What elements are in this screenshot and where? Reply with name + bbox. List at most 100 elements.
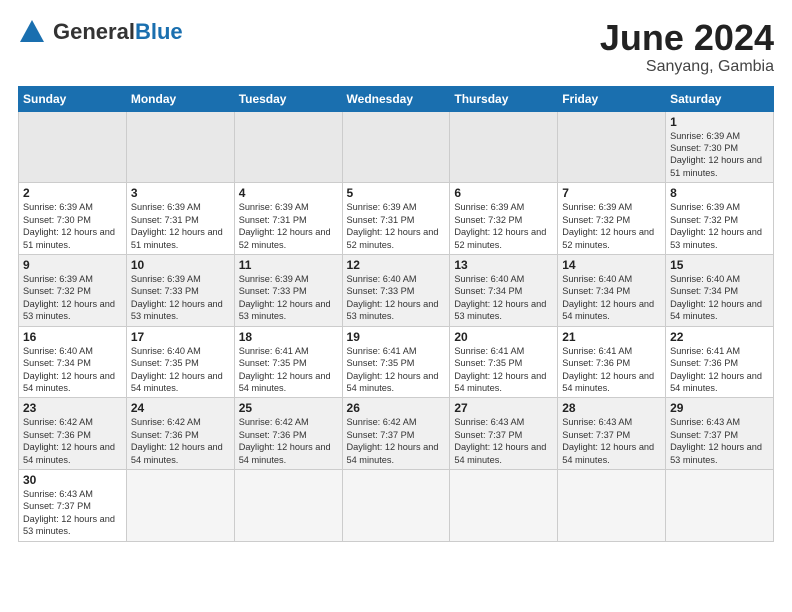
week-row-5: 23Sunrise: 6:42 AM Sunset: 7:36 PM Dayli… (19, 398, 774, 470)
header: GeneralBlue June 2024 Sanyang, Gambia (18, 18, 774, 76)
day-cell: 1Sunrise: 6:39 AM Sunset: 7:30 PM Daylig… (666, 111, 774, 183)
day-cell (126, 111, 234, 183)
day-cell: 13Sunrise: 6:40 AM Sunset: 7:34 PM Dayli… (450, 254, 558, 326)
day-number: 23 (23, 401, 122, 415)
day-number: 21 (562, 330, 661, 344)
day-number: 1 (670, 115, 769, 129)
day-cell (126, 470, 234, 542)
week-row-2: 2Sunrise: 6:39 AM Sunset: 7:30 PM Daylig… (19, 183, 774, 255)
day-info: Sunrise: 6:40 AM Sunset: 7:33 PM Dayligh… (347, 273, 446, 323)
day-info: Sunrise: 6:43 AM Sunset: 7:37 PM Dayligh… (454, 416, 553, 466)
day-info: Sunrise: 6:39 AM Sunset: 7:33 PM Dayligh… (131, 273, 230, 323)
day-info: Sunrise: 6:41 AM Sunset: 7:35 PM Dayligh… (347, 345, 446, 395)
day-number: 14 (562, 258, 661, 272)
logo-icon (18, 18, 46, 46)
day-number: 3 (131, 186, 230, 200)
day-number: 17 (131, 330, 230, 344)
logo-text: GeneralBlue (53, 19, 183, 45)
day-number: 28 (562, 401, 661, 415)
day-info: Sunrise: 6:42 AM Sunset: 7:36 PM Dayligh… (239, 416, 338, 466)
day-cell: 12Sunrise: 6:40 AM Sunset: 7:33 PM Dayli… (342, 254, 450, 326)
day-info: Sunrise: 6:42 AM Sunset: 7:36 PM Dayligh… (131, 416, 230, 466)
day-cell: 25Sunrise: 6:42 AM Sunset: 7:36 PM Dayli… (234, 398, 342, 470)
day-number: 2 (23, 186, 122, 200)
week-row-1: 1Sunrise: 6:39 AM Sunset: 7:30 PM Daylig… (19, 111, 774, 183)
day-info: Sunrise: 6:43 AM Sunset: 7:37 PM Dayligh… (670, 416, 769, 466)
day-info: Sunrise: 6:41 AM Sunset: 7:35 PM Dayligh… (454, 345, 553, 395)
day-cell (234, 470, 342, 542)
weekday-tuesday: Tuesday (234, 86, 342, 111)
day-info: Sunrise: 6:39 AM Sunset: 7:31 PM Dayligh… (239, 201, 338, 251)
day-cell (342, 111, 450, 183)
day-number: 4 (239, 186, 338, 200)
logo-svg (18, 18, 46, 46)
day-cell: 9Sunrise: 6:39 AM Sunset: 7:32 PM Daylig… (19, 254, 127, 326)
day-number: 12 (347, 258, 446, 272)
day-number: 15 (670, 258, 769, 272)
day-info: Sunrise: 6:39 AM Sunset: 7:32 PM Dayligh… (454, 201, 553, 251)
calendar-subtitle: Sanyang, Gambia (600, 58, 774, 76)
day-cell (450, 111, 558, 183)
day-info: Sunrise: 6:42 AM Sunset: 7:36 PM Dayligh… (23, 416, 122, 466)
day-info: Sunrise: 6:41 AM Sunset: 7:36 PM Dayligh… (670, 345, 769, 395)
day-info: Sunrise: 6:40 AM Sunset: 7:34 PM Dayligh… (23, 345, 122, 395)
calendar-title: June 2024 (600, 18, 774, 58)
day-number: 10 (131, 258, 230, 272)
day-number: 20 (454, 330, 553, 344)
day-cell: 2Sunrise: 6:39 AM Sunset: 7:30 PM Daylig… (19, 183, 127, 255)
day-cell: 20Sunrise: 6:41 AM Sunset: 7:35 PM Dayli… (450, 326, 558, 398)
day-cell: 17Sunrise: 6:40 AM Sunset: 7:35 PM Dayli… (126, 326, 234, 398)
day-number: 30 (23, 473, 122, 487)
day-info: Sunrise: 6:39 AM Sunset: 7:32 PM Dayligh… (562, 201, 661, 251)
day-cell: 4Sunrise: 6:39 AM Sunset: 7:31 PM Daylig… (234, 183, 342, 255)
day-cell: 29Sunrise: 6:43 AM Sunset: 7:37 PM Dayli… (666, 398, 774, 470)
week-row-6: 30Sunrise: 6:43 AM Sunset: 7:37 PM Dayli… (19, 470, 774, 542)
day-info: Sunrise: 6:39 AM Sunset: 7:32 PM Dayligh… (670, 201, 769, 251)
day-number: 24 (131, 401, 230, 415)
weekday-monday: Monday (126, 86, 234, 111)
day-info: Sunrise: 6:42 AM Sunset: 7:37 PM Dayligh… (347, 416, 446, 466)
day-cell: 22Sunrise: 6:41 AM Sunset: 7:36 PM Dayli… (666, 326, 774, 398)
day-number: 13 (454, 258, 553, 272)
day-number: 29 (670, 401, 769, 415)
day-cell (342, 470, 450, 542)
day-cell: 18Sunrise: 6:41 AM Sunset: 7:35 PM Dayli… (234, 326, 342, 398)
day-info: Sunrise: 6:39 AM Sunset: 7:30 PM Dayligh… (23, 201, 122, 251)
calendar-table: SundayMondayTuesdayWednesdayThursdayFrid… (18, 86, 774, 542)
day-number: 16 (23, 330, 122, 344)
day-cell: 14Sunrise: 6:40 AM Sunset: 7:34 PM Dayli… (558, 254, 666, 326)
day-cell (666, 470, 774, 542)
day-number: 19 (347, 330, 446, 344)
day-cell (19, 111, 127, 183)
day-cell: 28Sunrise: 6:43 AM Sunset: 7:37 PM Dayli… (558, 398, 666, 470)
day-number: 25 (239, 401, 338, 415)
logo-area: GeneralBlue (18, 18, 183, 46)
day-info: Sunrise: 6:40 AM Sunset: 7:34 PM Dayligh… (670, 273, 769, 323)
day-cell (558, 111, 666, 183)
logo-general: General (53, 19, 135, 44)
day-cell: 8Sunrise: 6:39 AM Sunset: 7:32 PM Daylig… (666, 183, 774, 255)
logo-blue: Blue (135, 19, 183, 44)
weekday-friday: Friday (558, 86, 666, 111)
weekday-thursday: Thursday (450, 86, 558, 111)
logo: GeneralBlue (18, 18, 183, 46)
weekday-header-row: SundayMondayTuesdayWednesdayThursdayFrid… (19, 86, 774, 111)
day-info: Sunrise: 6:39 AM Sunset: 7:32 PM Dayligh… (23, 273, 122, 323)
day-cell: 30Sunrise: 6:43 AM Sunset: 7:37 PM Dayli… (19, 470, 127, 542)
day-cell: 16Sunrise: 6:40 AM Sunset: 7:34 PM Dayli… (19, 326, 127, 398)
day-number: 5 (347, 186, 446, 200)
weekday-sunday: Sunday (19, 86, 127, 111)
day-cell (234, 111, 342, 183)
week-row-3: 9Sunrise: 6:39 AM Sunset: 7:32 PM Daylig… (19, 254, 774, 326)
day-cell (450, 470, 558, 542)
day-info: Sunrise: 6:40 AM Sunset: 7:34 PM Dayligh… (454, 273, 553, 323)
day-number: 22 (670, 330, 769, 344)
day-number: 8 (670, 186, 769, 200)
day-cell: 19Sunrise: 6:41 AM Sunset: 7:35 PM Dayli… (342, 326, 450, 398)
day-cell: 3Sunrise: 6:39 AM Sunset: 7:31 PM Daylig… (126, 183, 234, 255)
day-info: Sunrise: 6:40 AM Sunset: 7:34 PM Dayligh… (562, 273, 661, 323)
day-info: Sunrise: 6:39 AM Sunset: 7:31 PM Dayligh… (347, 201, 446, 251)
day-info: Sunrise: 6:43 AM Sunset: 7:37 PM Dayligh… (23, 488, 122, 538)
day-cell: 27Sunrise: 6:43 AM Sunset: 7:37 PM Dayli… (450, 398, 558, 470)
day-info: Sunrise: 6:43 AM Sunset: 7:37 PM Dayligh… (562, 416, 661, 466)
